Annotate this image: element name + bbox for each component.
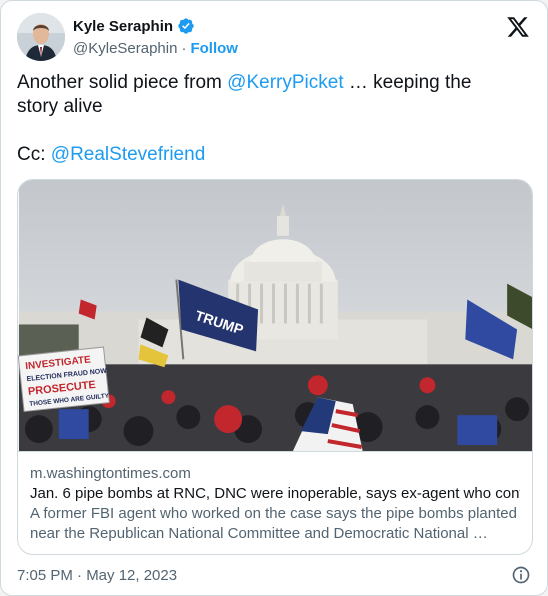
article-photo[interactable]: TRUMP INVESTIGATE ELECTION FRAUD NOW PRO… bbox=[18, 180, 533, 452]
tweet-footer: 7:05 PM · May 12, 2023 bbox=[17, 565, 531, 585]
tweet-header: Kyle Seraphin @KyleSeraphin · Follow bbox=[17, 13, 531, 61]
avatar[interactable] bbox=[17, 13, 65, 61]
link-card-meta: m.washingtontimes.com Jan. 6 pipe bombs … bbox=[30, 464, 520, 544]
author-name[interactable]: Kyle Seraphin bbox=[73, 18, 173, 35]
follow-button[interactable]: Follow bbox=[190, 40, 238, 57]
verified-badge-icon bbox=[178, 18, 194, 34]
info-icon[interactable] bbox=[511, 565, 531, 585]
cc-label: Cc: bbox=[17, 144, 51, 165]
author-identity: Kyle Seraphin @KyleSeraphin · Follow bbox=[73, 16, 238, 58]
tweet-embed-card: Kyle Seraphin @KyleSeraphin · Follow Ano… bbox=[0, 0, 548, 596]
link-domain: m.washingtontimes.com bbox=[30, 465, 191, 482]
tweet-line-1: Another solid piece from @KerryPicket … … bbox=[17, 71, 531, 95]
link-description-line-1: A former FBI agent who worked on the cas… bbox=[30, 505, 517, 522]
link-description-line-2: near the Republican National Committee a… bbox=[30, 525, 488, 542]
tweet-cc-line: Cc: @RealStevefriend bbox=[17, 143, 531, 167]
separator-dot: · bbox=[181, 39, 187, 57]
link-preview-card[interactable]: TRUMP INVESTIGATE ELECTION FRAUD NOW PRO… bbox=[17, 179, 533, 555]
tweet-text-segment: Another solid piece from bbox=[17, 72, 228, 93]
tweet-text-segment: … keeping the bbox=[343, 72, 472, 93]
x-logo-icon[interactable] bbox=[505, 15, 531, 39]
avatar-image bbox=[17, 13, 65, 61]
tweet-text: Another solid piece from @KerryPicket … … bbox=[17, 71, 531, 167]
timestamp[interactable]: 7:05 PM · May 12, 2023 bbox=[17, 567, 177, 584]
mention-kerrypicket[interactable]: @KerryPicket bbox=[227, 72, 343, 93]
mention-realstevefriend[interactable]: @RealStevefriend bbox=[51, 144, 205, 165]
link-headline: Jan. 6 pipe bombs at RNC, DNC were inope… bbox=[30, 485, 520, 502]
tweet-line-2: story alive bbox=[17, 96, 103, 117]
author-handle[interactable]: @KyleSeraphin bbox=[73, 40, 177, 57]
